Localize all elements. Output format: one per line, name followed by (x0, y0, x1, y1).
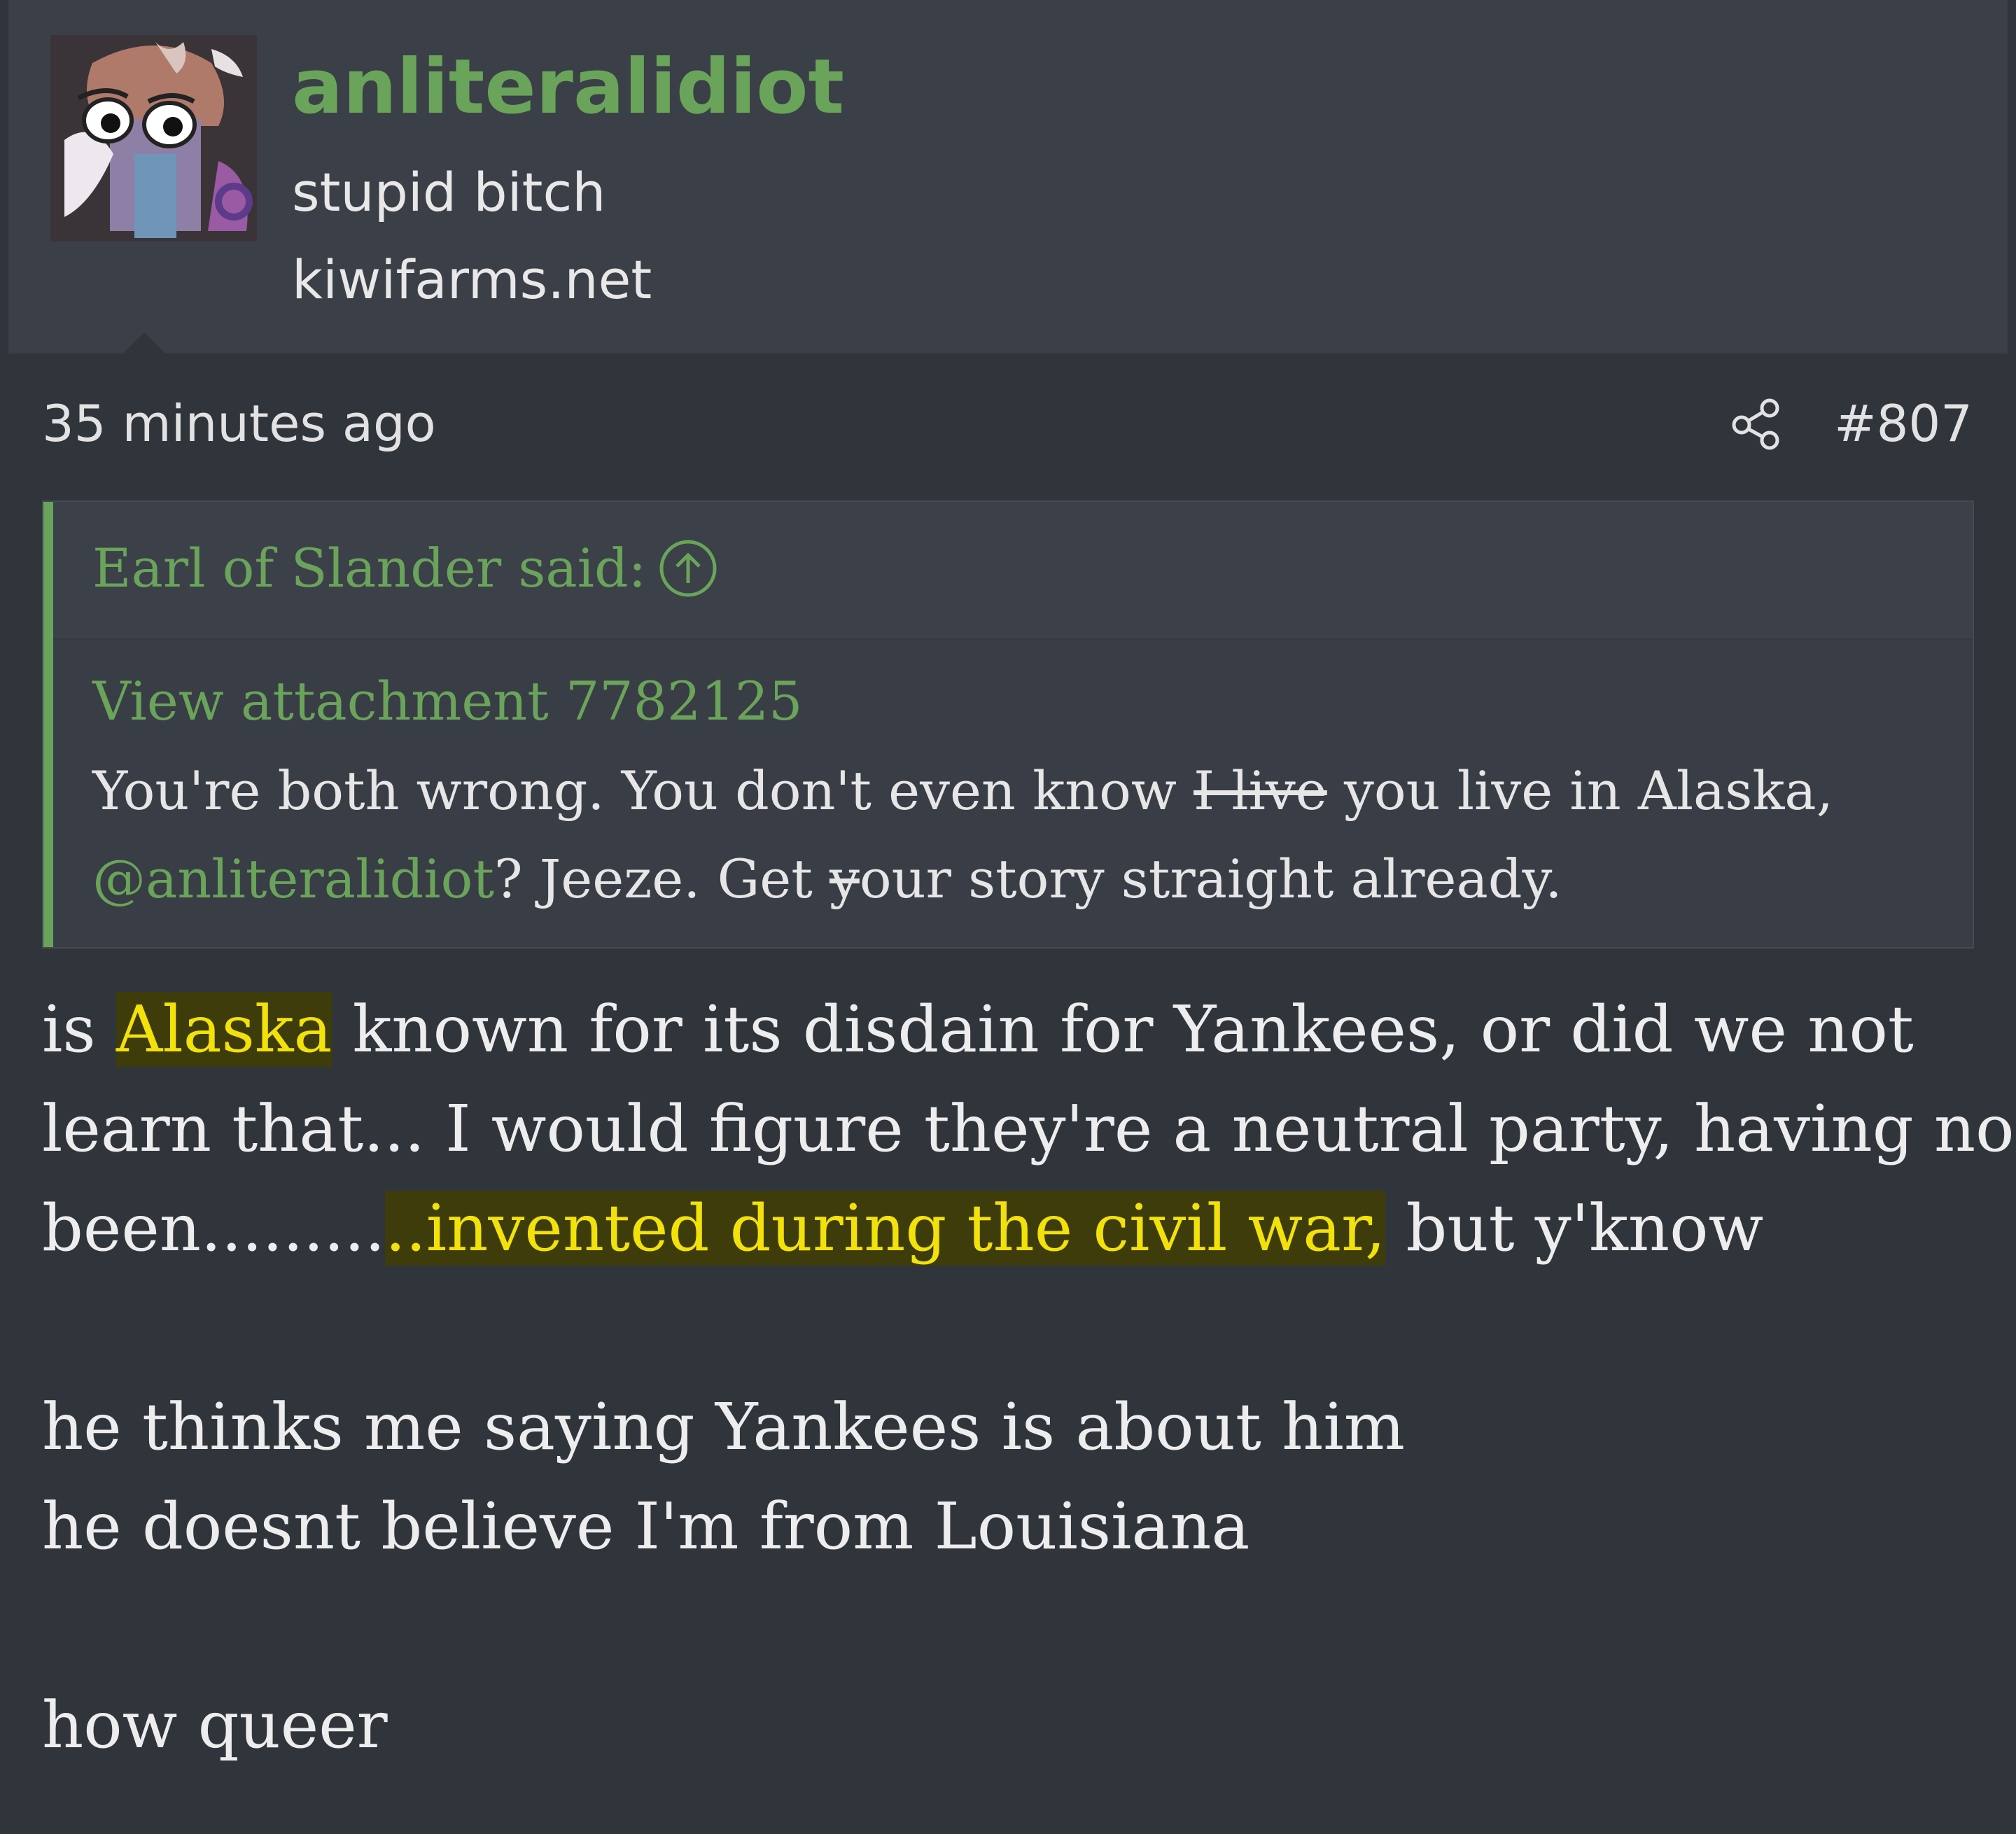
quote-text-segment: ? Jeeze. Get (493, 848, 830, 910)
post-timestamp[interactable]: 35 minutes ago (42, 388, 436, 458)
username[interactable]: anliteralidiot (292, 38, 844, 136)
user-avatar[interactable] (50, 35, 257, 241)
share-icon-graphic (1732, 398, 1779, 450)
highlighted-text: ..invented during the civil war, (385, 1191, 1386, 1266)
avatar-image (50, 35, 257, 241)
quote-strikethrough: y (829, 848, 860, 910)
quote-text: You're both wrong. You don't even know I… (92, 747, 1947, 923)
quote-text-segment: you live in Alaska, (1326, 760, 1833, 822)
body-line: how queer (42, 1688, 388, 1763)
user-title: stupid bitch (292, 161, 606, 223)
user-mention-link[interactable]: @anliteralidiot (92, 848, 494, 910)
body-text-segment: been......... (42, 1191, 386, 1266)
quote-accent-bar (43, 502, 53, 947)
body-text-segment: but y'know (1385, 1191, 1764, 1266)
share-icon[interactable] (1729, 396, 1785, 451)
quote-strikethrough: I live (1194, 760, 1327, 822)
post-header: anliteralidiot stupid bitch kiwifarms.ne… (8, 0, 2008, 354)
quote-author-link[interactable]: Earl of Slander said: (92, 530, 646, 607)
forum-post: anliteralidiot stupid bitch kiwifarms.ne… (0, 0, 2016, 1834)
highlighted-text: Alaska (115, 992, 332, 1067)
jump-to-quote-graphic (659, 540, 717, 597)
body-line: learn that... I would figure they're a n… (42, 1091, 2016, 1166)
body-line: he thinks me saying Yankees is about him (42, 1390, 1406, 1464)
quote-text-segment: our story straight already. (859, 848, 1562, 910)
view-attachment-link[interactable]: View attachment 7782125 (92, 663, 802, 740)
header-pointer (123, 332, 165, 354)
body-text-segment: is (42, 992, 116, 1067)
quote-block: Earl of Slander said: View attachment 77… (42, 500, 1974, 948)
body-line: been...........invented during the civil… (42, 1179, 1995, 1278)
body-text-segment: known for its disdain for Yankees, or di… (332, 992, 1914, 1067)
post-number-link[interactable]: #807 (1834, 388, 1973, 458)
body-line: is Alaska known for its disdain for Yank… (42, 980, 1995, 1079)
user-site: kiwifarms.net (292, 248, 652, 311)
body-line: he doesnt believe I'm from Louisiana (42, 1489, 1250, 1564)
quote-text-segment: You're both wrong. You don't even know (92, 760, 1194, 822)
post-body: is Alaska known for its disdain for Yank… (42, 980, 2016, 1775)
arrow-up-circle-icon[interactable] (658, 538, 718, 598)
